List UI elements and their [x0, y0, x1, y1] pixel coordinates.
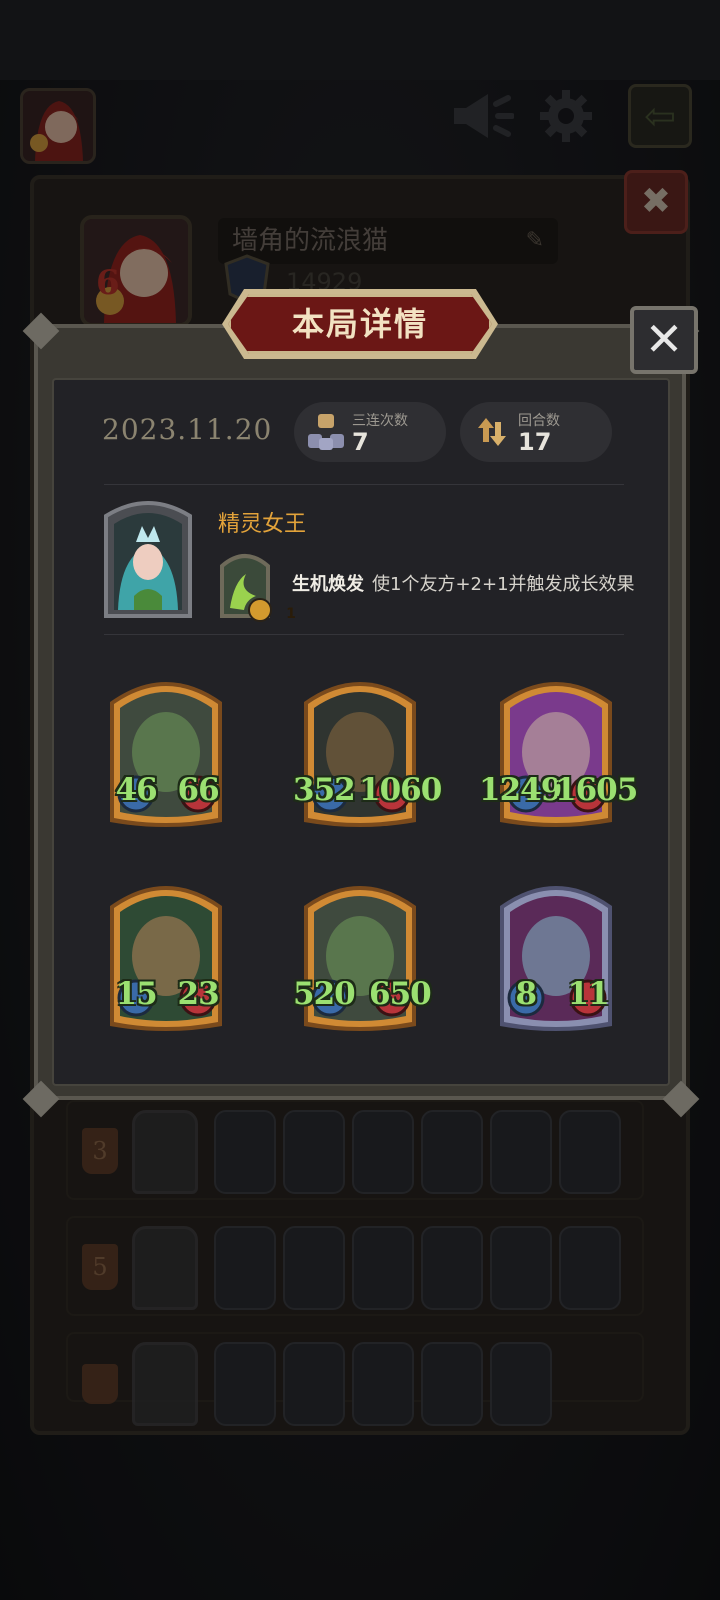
skill-name: 生机焕发 [292, 574, 364, 595]
close-modal-button[interactable]: ✕ [630, 306, 698, 374]
card-attack: 1249 [479, 772, 562, 808]
unit-card[interactable]: 46 66 [106, 672, 226, 830]
elf-queen-hero-portrait [104, 501, 192, 618]
stat-label: 回合数 [518, 413, 560, 429]
modal-title: 本局详情 [291, 305, 428, 343]
unit-card[interactable]: 8 11 [496, 876, 616, 1034]
stat-value: 7 [352, 428, 369, 456]
round-count-stat: 回合数 17 [460, 402, 612, 462]
card-attack: 15 [115, 976, 158, 1012]
card-attack: 46 [115, 772, 158, 808]
skill-description: 生机焕发 使1个友方+2+1并触发成长效果 [292, 570, 635, 596]
card-attack: 352 [293, 772, 356, 808]
unit-card[interactable]: 352 1060 [293, 672, 442, 830]
card-health: 1060 [359, 772, 442, 808]
triple-merge-icon [308, 414, 344, 450]
card-attack: 8 [515, 976, 538, 1012]
divider [104, 484, 624, 485]
stat-value: 17 [518, 428, 552, 456]
divider [104, 634, 624, 635]
skill-effect: 使1个友方+2+1并触发成长效果 [372, 574, 635, 595]
unit-card[interactable]: 1249 1605 [479, 672, 638, 830]
card-attack: 520 [293, 976, 356, 1012]
card-health: 23 [177, 976, 220, 1012]
status-bar [0, 0, 720, 80]
match-date: 2023.11.20 [102, 413, 273, 446]
unit-card[interactable]: 520 650 [293, 876, 432, 1034]
card-health: 1605 [555, 772, 638, 808]
card-health: 66 [177, 772, 220, 808]
unit-card[interactable]: 15 23 [106, 876, 226, 1034]
growth-skill-icon [220, 554, 272, 622]
card-health: 650 [369, 976, 432, 1012]
hero-name: 精灵女王 [218, 512, 307, 537]
close-icon: ✕ [644, 312, 684, 366]
rounds-cycle-icon [478, 418, 506, 446]
triple-count-stat: 三连次数 7 [294, 402, 446, 462]
stat-label: 三连次数 [352, 413, 408, 429]
skill-cost: 1 [286, 606, 296, 622]
card-health: 11 [567, 976, 610, 1012]
